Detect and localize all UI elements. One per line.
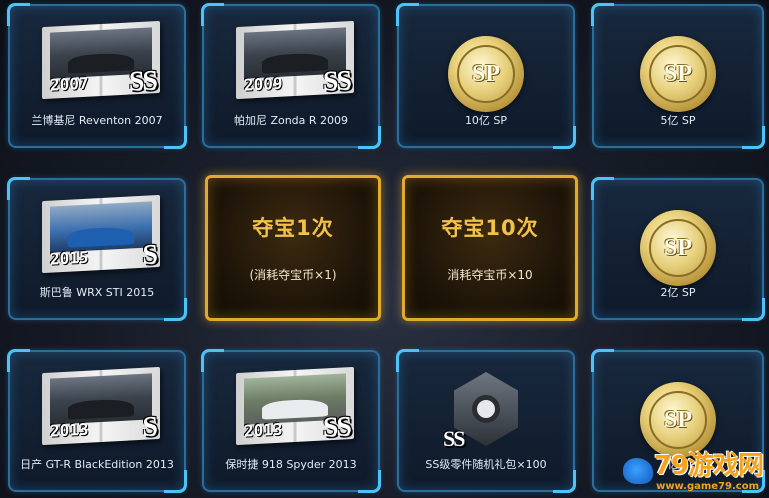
- sp-coin-icon: SP: [640, 36, 716, 112]
- car-grade-badge: SS: [128, 65, 156, 98]
- reward-tile-porsche[interactable]: 2013 SS 保时捷 918 Spyder 2013: [201, 349, 381, 493]
- car-silhouette: [68, 52, 134, 74]
- reward-tile-sp-500m[interactable]: SP 5亿 SP: [591, 3, 765, 149]
- reward-label: 日产 GT-R BlackEdition 2013: [20, 458, 174, 471]
- coin-text: SP: [649, 219, 707, 277]
- car-card-image: 2015 S: [42, 194, 160, 274]
- car-card-image: 2013 S: [42, 366, 160, 446]
- reward-label: 10亿 SP: [464, 114, 508, 127]
- reward-tile-nissan[interactable]: 2013 S 日产 GT-R BlackEdition 2013: [7, 349, 187, 493]
- car-grade-badge: SS: [322, 65, 350, 98]
- car-grade-badge: S: [142, 411, 156, 443]
- bird-logo-icon: [623, 458, 653, 484]
- reward-label: 2亿 SP: [660, 286, 696, 299]
- car-grade-badge: SS: [322, 411, 350, 444]
- car-year: 2015: [50, 247, 89, 269]
- car-year: 2009: [244, 73, 283, 95]
- draw-button-cost: 消耗夺宝币×10: [447, 268, 533, 282]
- reward-tile-sp-1b[interactable]: SP 10亿 SP: [396, 3, 576, 149]
- reward-tile-lamborghini[interactable]: 2007 SS 兰博基尼 Reventon 2007: [7, 3, 187, 149]
- coin-text: SP: [457, 45, 515, 103]
- car-year: 2013: [50, 419, 89, 441]
- reward-tile-subaru[interactable]: 2015 S 斯巴鲁 WRX STI 2015: [7, 177, 187, 321]
- watermark-url: www.game79.com: [656, 481, 759, 492]
- watermark-logo: 79游戏网: [653, 451, 764, 481]
- reward-label: 5亿 SP: [660, 114, 696, 127]
- pack-grade-badge: SS: [443, 426, 466, 451]
- reward-label: 保时捷 918 Spyder 2013: [225, 458, 357, 471]
- car-grade-badge: S: [142, 239, 156, 271]
- car-silhouette: [68, 226, 134, 248]
- car-card-image: 2009 SS: [236, 20, 354, 100]
- draw-once-button[interactable]: 夺宝1次 (消耗夺宝币×1): [205, 175, 381, 321]
- site-watermark: 79游戏网 www.game79.com: [623, 446, 764, 492]
- car-year: 2013: [244, 419, 283, 441]
- draw-button-cost: (消耗夺宝币×1): [249, 268, 337, 282]
- reward-tile-parts-pack[interactable]: SS SS级零件随机礼包×100: [396, 349, 576, 493]
- draw-button-title: 夺宝1次: [252, 216, 334, 240]
- reward-tile-sp-200m[interactable]: SP 2亿 SP: [591, 177, 765, 321]
- car-card-image: 2013 SS: [236, 366, 354, 446]
- car-silhouette: [68, 398, 134, 420]
- sp-coin-icon: SP: [448, 36, 524, 112]
- coin-text: SP: [649, 45, 707, 103]
- car-silhouette: [262, 398, 328, 420]
- draw-button-title: 夺宝10次: [441, 216, 539, 240]
- reward-label: SS级零件随机礼包×100: [425, 458, 547, 471]
- reward-tile-pagani[interactable]: 2009 SS 帕加尼 Zonda R 2009: [201, 3, 381, 149]
- reward-label: 帕加尼 Zonda R 2009: [233, 114, 349, 127]
- nut-icon: [472, 395, 500, 423]
- car-card-image: 2007 SS: [42, 20, 160, 100]
- car-photo: [50, 201, 152, 253]
- part-pack-icon: [454, 372, 518, 446]
- coin-text: SP: [649, 391, 707, 449]
- draw-ten-button[interactable]: 夺宝10次 消耗夺宝币×10: [402, 175, 578, 321]
- reward-label: 兰博基尼 Reventon 2007: [31, 114, 163, 127]
- car-photo: [50, 373, 152, 425]
- car-silhouette: [262, 52, 328, 74]
- car-year: 2007: [50, 73, 89, 95]
- sp-coin-icon: SP: [640, 210, 716, 286]
- reward-label: 斯巴鲁 WRX STI 2015: [39, 286, 155, 299]
